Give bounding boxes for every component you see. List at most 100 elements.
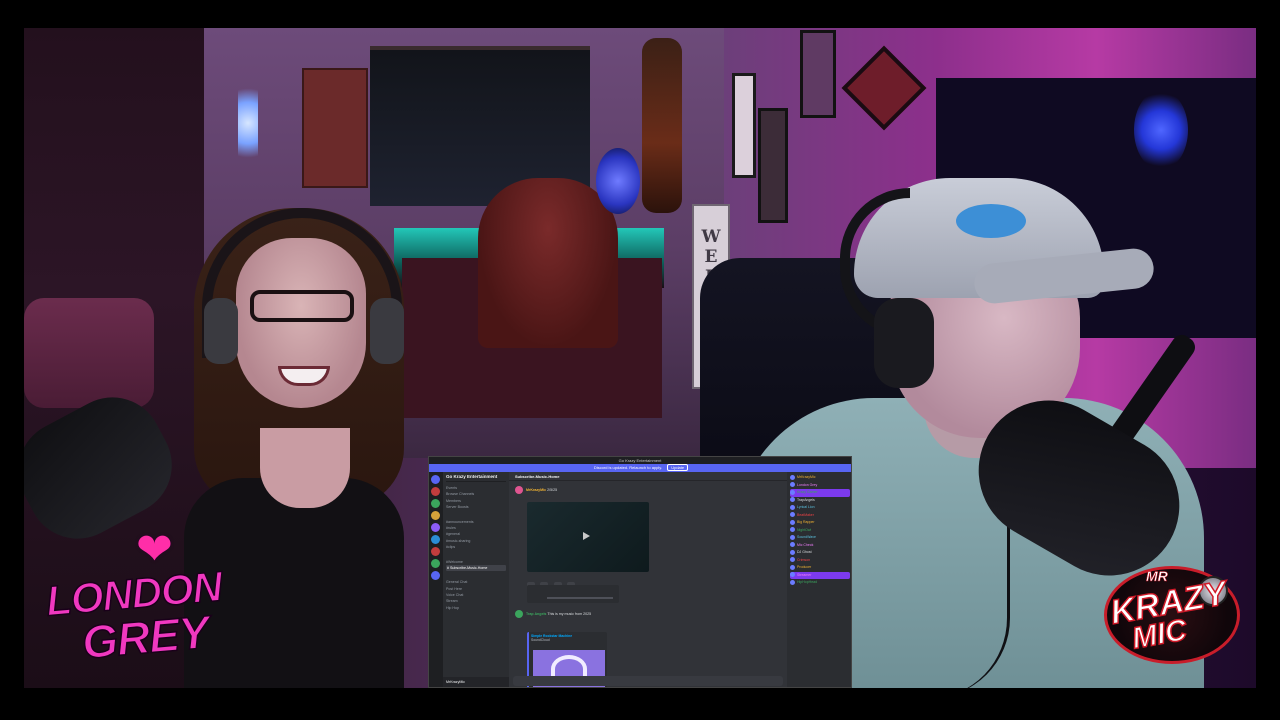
- embed-subtitle: SoundCloud: [531, 638, 550, 642]
- member-avatar: [790, 474, 795, 480]
- neon-sign-left: [238, 78, 258, 168]
- avatar: [515, 610, 523, 618]
- member-item[interactable]: BeatMaker: [790, 512, 850, 520]
- server-icon[interactable]: [431, 547, 440, 556]
- lava-lamp: [596, 148, 640, 214]
- message: MrKrazyMic 2/5/25: [515, 486, 557, 494]
- member-item[interactable]: DJ Ghost: [790, 549, 850, 557]
- message-input[interactable]: [513, 676, 783, 686]
- play-icon[interactable]: [583, 532, 590, 540]
- user-panel: MrKrazyMic: [443, 677, 509, 687]
- member-item[interactable]: NightOwl: [790, 527, 850, 535]
- mr-krazy-mic-logo: MR KRAZY MIC: [1096, 560, 1246, 670]
- logo-left-line2: GREY: [79, 605, 211, 669]
- update-banner: Discord is updated. Relaunch to apply. U…: [429, 464, 851, 472]
- neon-sign-right: [1134, 90, 1188, 170]
- headphone-left: [204, 298, 238, 364]
- server-icon[interactable]: [431, 487, 440, 496]
- person-left: [174, 198, 424, 688]
- member-list: MrKrazyMic London Grey Krazy Gamer TrapAnge…: [787, 472, 851, 687]
- member-name: Big Rapper: [797, 520, 815, 524]
- pillow: [24, 298, 154, 408]
- member-item[interactable]: SoundWave: [790, 534, 850, 542]
- logo-right-line1: MR: [1146, 568, 1168, 585]
- member-avatar: [790, 519, 795, 525]
- member-avatar: [790, 512, 795, 518]
- guitar: [642, 38, 682, 213]
- channel-item[interactable]: Server Boosts: [446, 504, 506, 510]
- channel-list: Events Browse Channels Members Server Boost…: [446, 485, 506, 611]
- member-avatar: [790, 489, 795, 495]
- cap-logo-icon: [956, 204, 1026, 238]
- member-avatar: [790, 542, 795, 548]
- member-item[interactable]: Crimson: [790, 557, 850, 565]
- member-avatar: [790, 579, 795, 585]
- member-name: TrapAngels: [797, 497, 815, 502]
- server-icon[interactable]: [431, 511, 440, 520]
- member-avatar: [790, 504, 795, 510]
- member-avatar: [790, 497, 795, 503]
- member-name: Mic Check: [797, 542, 814, 547]
- server-icon[interactable]: [431, 571, 440, 580]
- reactions: [527, 574, 587, 587]
- member-item[interactable]: Producer: [790, 564, 850, 572]
- wall-art-3: [800, 30, 836, 118]
- server-icon[interactable]: [431, 523, 440, 532]
- channel-item[interactable]: #Welcome: [446, 559, 506, 565]
- member-name: London Grey: [797, 482, 818, 487]
- channel-item[interactable]: Hip Hop: [446, 605, 506, 611]
- server-icon[interactable]: [431, 475, 440, 484]
- banner-update-button[interactable]: Update: [667, 464, 689, 471]
- server-icon[interactable]: [431, 499, 440, 508]
- member-item[interactable]: Krazy Gamer: [790, 489, 850, 497]
- headphone-right: [370, 298, 404, 364]
- member-avatar: [790, 557, 795, 563]
- video-embed[interactable]: [527, 502, 649, 572]
- message-author[interactable]: MrKrazyMic: [526, 488, 546, 492]
- neck: [260, 428, 350, 508]
- member-item[interactable]: HipHopHead: [790, 579, 850, 587]
- member-name: DJ Ghost: [797, 550, 812, 554]
- headphone: [874, 298, 934, 388]
- banner-text: Discord is updated. Relaunch to apply.: [593, 465, 663, 470]
- member-name: Krazy Gamer: [797, 490, 818, 494]
- message: Trap Angels This is my music from 2025: [515, 610, 591, 618]
- member-item[interactable]: Lyrical Lion: [790, 504, 850, 512]
- member-name: MrKrazyMic: [797, 475, 816, 479]
- channel-item[interactable]: # Subscribe-Music-Home: [446, 564, 506, 572]
- member-name: Producer: [797, 565, 812, 569]
- member-name: HipHopHead: [797, 580, 818, 584]
- member-name: Lyrical Lion: [797, 505, 815, 509]
- member-name: Crimson: [797, 557, 811, 562]
- member-item[interactable]: London Grey: [790, 482, 850, 490]
- channel-sidebar: Go Krazy Entertainment Events Browse Chan…: [443, 472, 509, 687]
- server-icon[interactable]: [431, 535, 440, 544]
- member-name: SoundWave: [797, 535, 816, 539]
- member-name: NightOwl: [797, 527, 812, 532]
- london-grey-logo: ❤ LONDON GREY: [26, 524, 224, 674]
- audio-attachment[interactable]: [527, 585, 619, 603]
- avatar: [515, 486, 523, 494]
- discord-window: Go Krazy Entertainment Discord is update…: [428, 456, 852, 688]
- discord-title-bar: Go Krazy Entertainment: [429, 457, 851, 464]
- member-avatar: [790, 572, 795, 578]
- bar-stool: [478, 178, 618, 348]
- message-author[interactable]: Trap Angels: [526, 612, 546, 616]
- member-avatar: [790, 564, 795, 570]
- audio-track[interactable]: [547, 597, 613, 599]
- member-item[interactable]: Mic Check: [790, 542, 850, 550]
- member-items: MrKrazyMic London Grey Krazy Gamer TrapAnge…: [790, 474, 850, 587]
- member-item[interactable]: Streamer: [790, 571, 850, 579]
- channel-header: Subscribe-Music-Home: [509, 472, 787, 481]
- chat-area: Subscribe-Music-Home MrKrazyMic 2/5/25 T…: [509, 472, 787, 687]
- member-item[interactable]: Big Rapper: [790, 519, 850, 527]
- member-name: Streamer: [797, 572, 812, 577]
- server-icon[interactable]: [431, 559, 440, 568]
- server-name[interactable]: Go Krazy Entertainment: [446, 474, 506, 482]
- message-text: This is my music from 2025: [547, 611, 592, 616]
- member-item[interactable]: TrapAngels: [790, 497, 850, 505]
- member-avatar: [790, 549, 795, 555]
- wall-art-1: [732, 73, 756, 178]
- member-item[interactable]: MrKrazyMic: [790, 474, 850, 482]
- channel-item[interactable]: #clips: [446, 544, 506, 550]
